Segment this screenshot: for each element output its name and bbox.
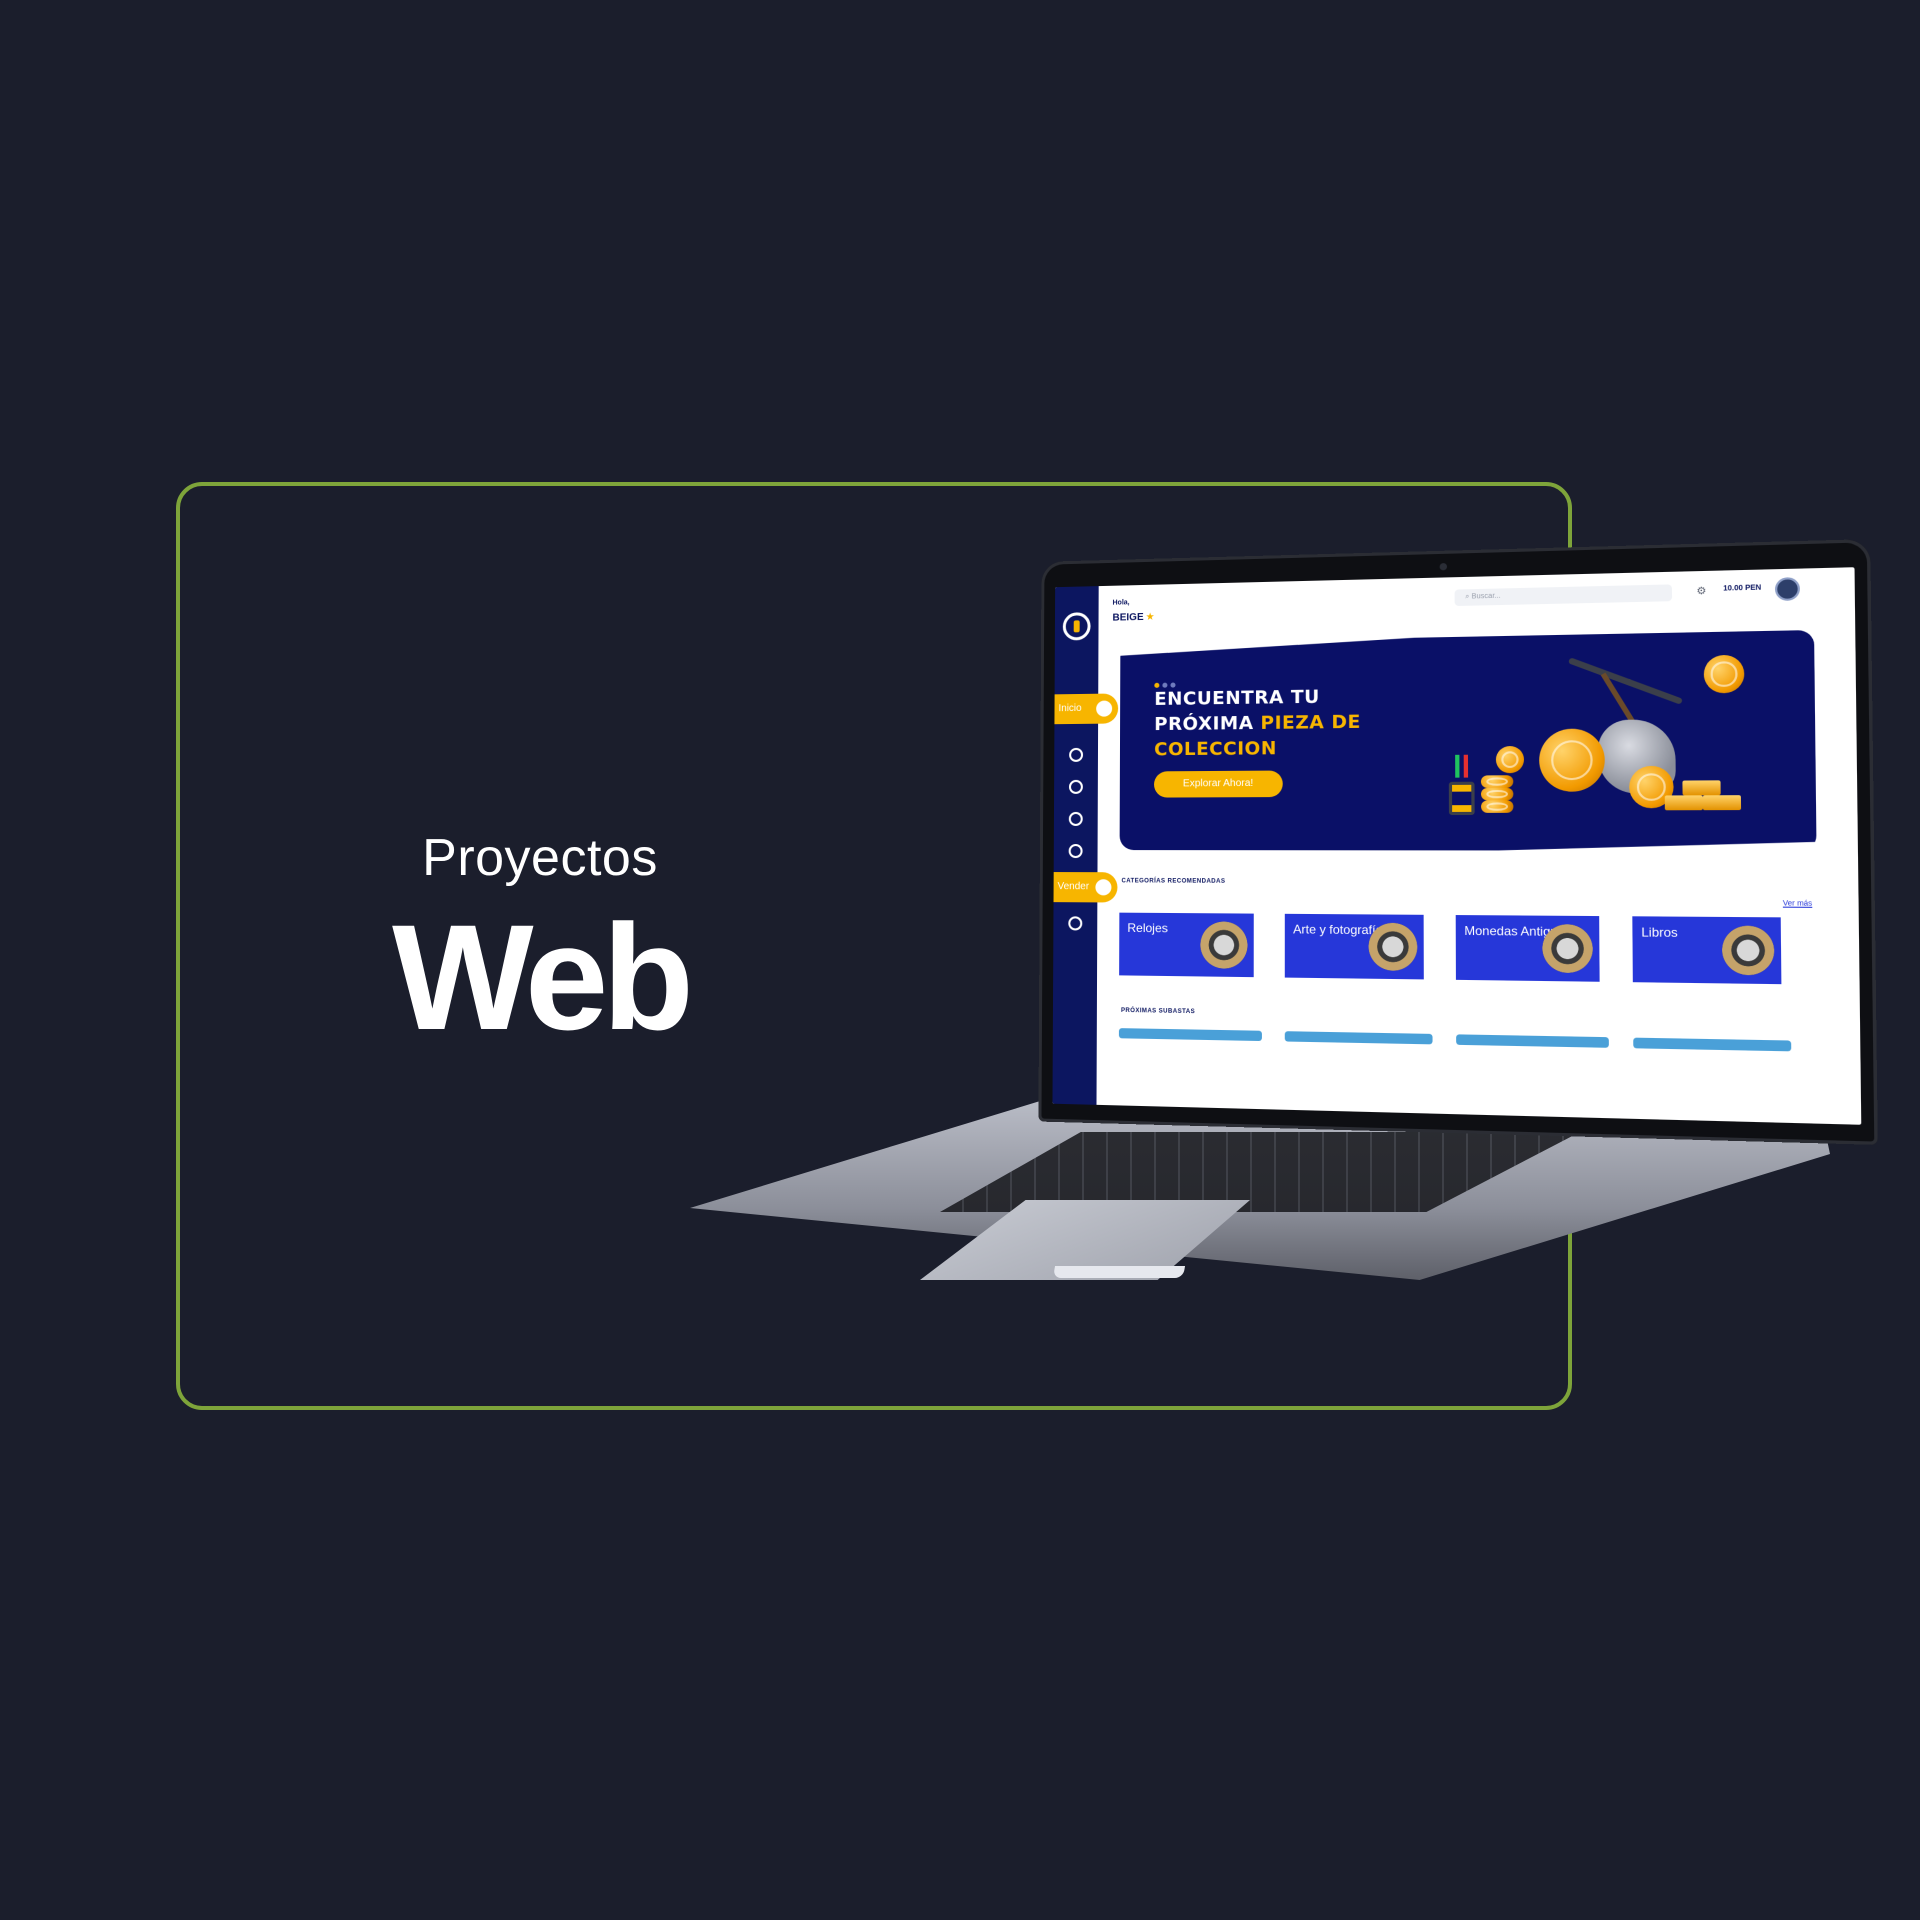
laptop-lid: Inicio Vender Hola, BEIGE★ ⌕ Buscar... — [1038, 539, 1878, 1145]
sidebar: Inicio Vender — [1052, 586, 1119, 1105]
headline: Proyectos Web — [330, 828, 750, 1052]
user-name: BEIGE ★ — [1112, 612, 1154, 624]
categories-heading: CATEGORÍAS RECOMENDADAS — [1121, 878, 1226, 885]
category-card-arte[interactable]: Arte y fotografía — [1284, 913, 1424, 980]
app-screen: Inicio Vender Hola, BEIGE★ ⌕ Buscar... — [1052, 567, 1862, 1125]
explore-button[interactable]: Explorar Ahora! — [1153, 770, 1283, 798]
sidebar-item-label: Inicio — [1058, 702, 1082, 715]
greeting: Hola, — [1112, 599, 1130, 607]
user-name-text: BEIGE — [1112, 611, 1144, 624]
calendar-icon[interactable] — [1069, 747, 1084, 762]
avatar[interactable] — [1774, 577, 1801, 602]
headline-title: Web — [392, 893, 694, 1061]
tag-icon — [1093, 877, 1114, 898]
coin-icon — [1539, 728, 1605, 792]
headline-subtitle: Proyectos — [422, 829, 658, 887]
arrow-down-icon — [1463, 754, 1469, 778]
camera-icon — [1439, 563, 1448, 571]
gold-bar — [1682, 780, 1721, 796]
auction-card-preview[interactable] — [1633, 1037, 1792, 1052]
auction-card-preview[interactable] — [1456, 1034, 1609, 1048]
coin-icon — [1495, 745, 1525, 774]
settings-icon[interactable] — [1068, 844, 1083, 859]
category-card-libros[interactable]: Libros — [1632, 916, 1782, 985]
search-input[interactable]: ⌕ Buscar... — [1454, 584, 1673, 607]
sidebar-item-label: Vender — [1057, 881, 1090, 893]
category-label: Libros — [1641, 924, 1678, 941]
see-more-link[interactable]: Ver más — [1783, 900, 1812, 908]
coin-stack — [1481, 800, 1514, 813]
pickaxe-head — [1567, 657, 1683, 705]
list-icon[interactable] — [1068, 811, 1083, 826]
laptop-mockup: Inicio Vender Hola, BEIGE★ ⌕ Buscar... — [690, 539, 1878, 1330]
category-thumbnail — [1368, 922, 1418, 971]
arrow-up-icon — [1455, 754, 1460, 778]
star-icon: ★ — [1145, 611, 1155, 623]
category-thumbnail — [1200, 921, 1248, 969]
app-logo-icon[interactable] — [1062, 612, 1091, 641]
upcoming-heading: PRÓXIMAS SUBASTAS — [1121, 1007, 1196, 1016]
gold-bar — [1702, 795, 1742, 811]
coin-stack — [1480, 787, 1514, 801]
home-icon — [1094, 698, 1115, 719]
gold-bar — [1664, 795, 1703, 811]
banner-title: ENCUENTRA TU PRÓXIMA PIEZA DE COLECCION — [1154, 683, 1402, 762]
logout-icon[interactable] — [1068, 916, 1083, 931]
coin-icon — [1703, 654, 1745, 694]
search-placeholder: Buscar... — [1471, 592, 1501, 601]
category-thumbnail — [1721, 925, 1775, 976]
category-label: Relojes — [1127, 920, 1168, 936]
sidebar-item-inicio[interactable]: Inicio — [1054, 693, 1119, 725]
treasure-illustration — [1436, 654, 1767, 846]
category-card-monedas[interactable]: Monedas Antiguas — [1455, 915, 1600, 982]
balance: 10.00 PEN — [1723, 584, 1762, 593]
category-card-relojes[interactable]: Relojes — [1119, 912, 1254, 978]
auction-card-preview[interactable] — [1118, 1028, 1262, 1042]
gear-icon[interactable]: ⚙ — [1696, 586, 1706, 598]
auction-card-preview[interactable] — [1284, 1031, 1433, 1045]
clock-icon[interactable] — [1068, 779, 1083, 794]
laptop-notch — [1052, 1266, 1186, 1278]
category-thumbnail — [1542, 924, 1593, 974]
coin-stack — [1480, 775, 1514, 788]
hourglass-icon — [1448, 781, 1475, 816]
sidebar-item-vender[interactable]: Vender — [1053, 872, 1118, 903]
category-label: Arte y fotografía — [1293, 922, 1383, 938]
